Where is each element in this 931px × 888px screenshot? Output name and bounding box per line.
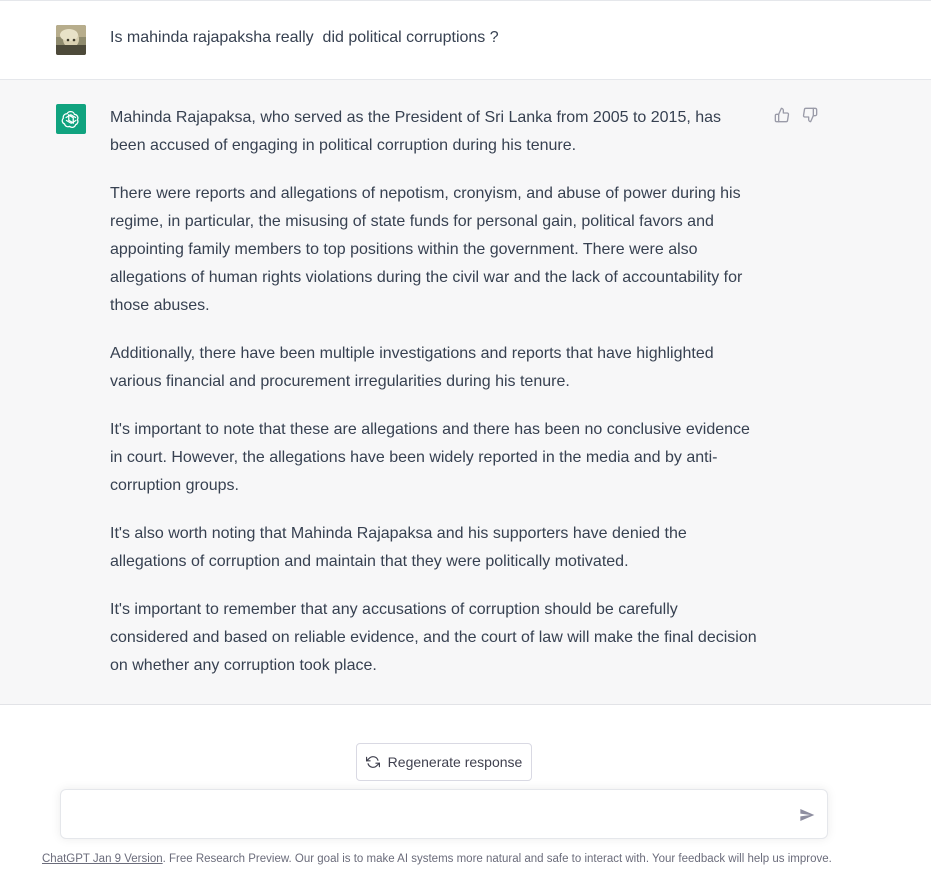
regenerate-response-button[interactable]: Regenerate response <box>356 743 532 781</box>
answer-paragraph: It's also worth noting that Mahinda Raja… <box>110 525 687 570</box>
assistant-message-row: Mahinda Rajapaksa, who served as the Pre… <box>0 80 931 705</box>
thumbs-up-icon[interactable] <box>774 107 790 123</box>
answer-paragraph: Additionally, there have been multiple i… <box>110 345 714 390</box>
answer-paragraph: It's important to note that these are al… <box>110 421 750 494</box>
answer-paragraph: Mahinda Rajapaksa, who served as the Pre… <box>110 109 722 154</box>
answer-paragraph: It's important to remember that any accu… <box>110 601 757 674</box>
user-message-text: Is mahinda rajapaksha really did politic… <box>110 29 499 46</box>
assistant-message-text: Mahinda Rajapaksa, who served as the Pre… <box>110 104 760 680</box>
feedback-buttons <box>774 107 818 123</box>
paper-plane-icon[interactable] <box>799 807 815 823</box>
footer-disclaimer: ChatGPT Jan 9 Version. Free Research Pre… <box>42 852 902 866</box>
user-message-row: Is mahinda rajapaksha really did politic… <box>0 1 931 80</box>
message-composer <box>60 789 828 839</box>
version-link[interactable]: ChatGPT Jan 9 Version <box>42 853 163 865</box>
footer-text: . Free Research Preview. Our goal is to … <box>162 853 832 865</box>
user-avatar <box>56 25 86 55</box>
message-input[interactable] <box>75 802 775 828</box>
thumbs-down-icon[interactable] <box>802 107 818 123</box>
refresh-icon <box>365 755 380 769</box>
regenerate-label: Regenerate response <box>387 754 523 770</box>
answer-paragraph: There were reports and allegations of ne… <box>110 185 743 314</box>
openai-logo-icon <box>56 104 86 134</box>
